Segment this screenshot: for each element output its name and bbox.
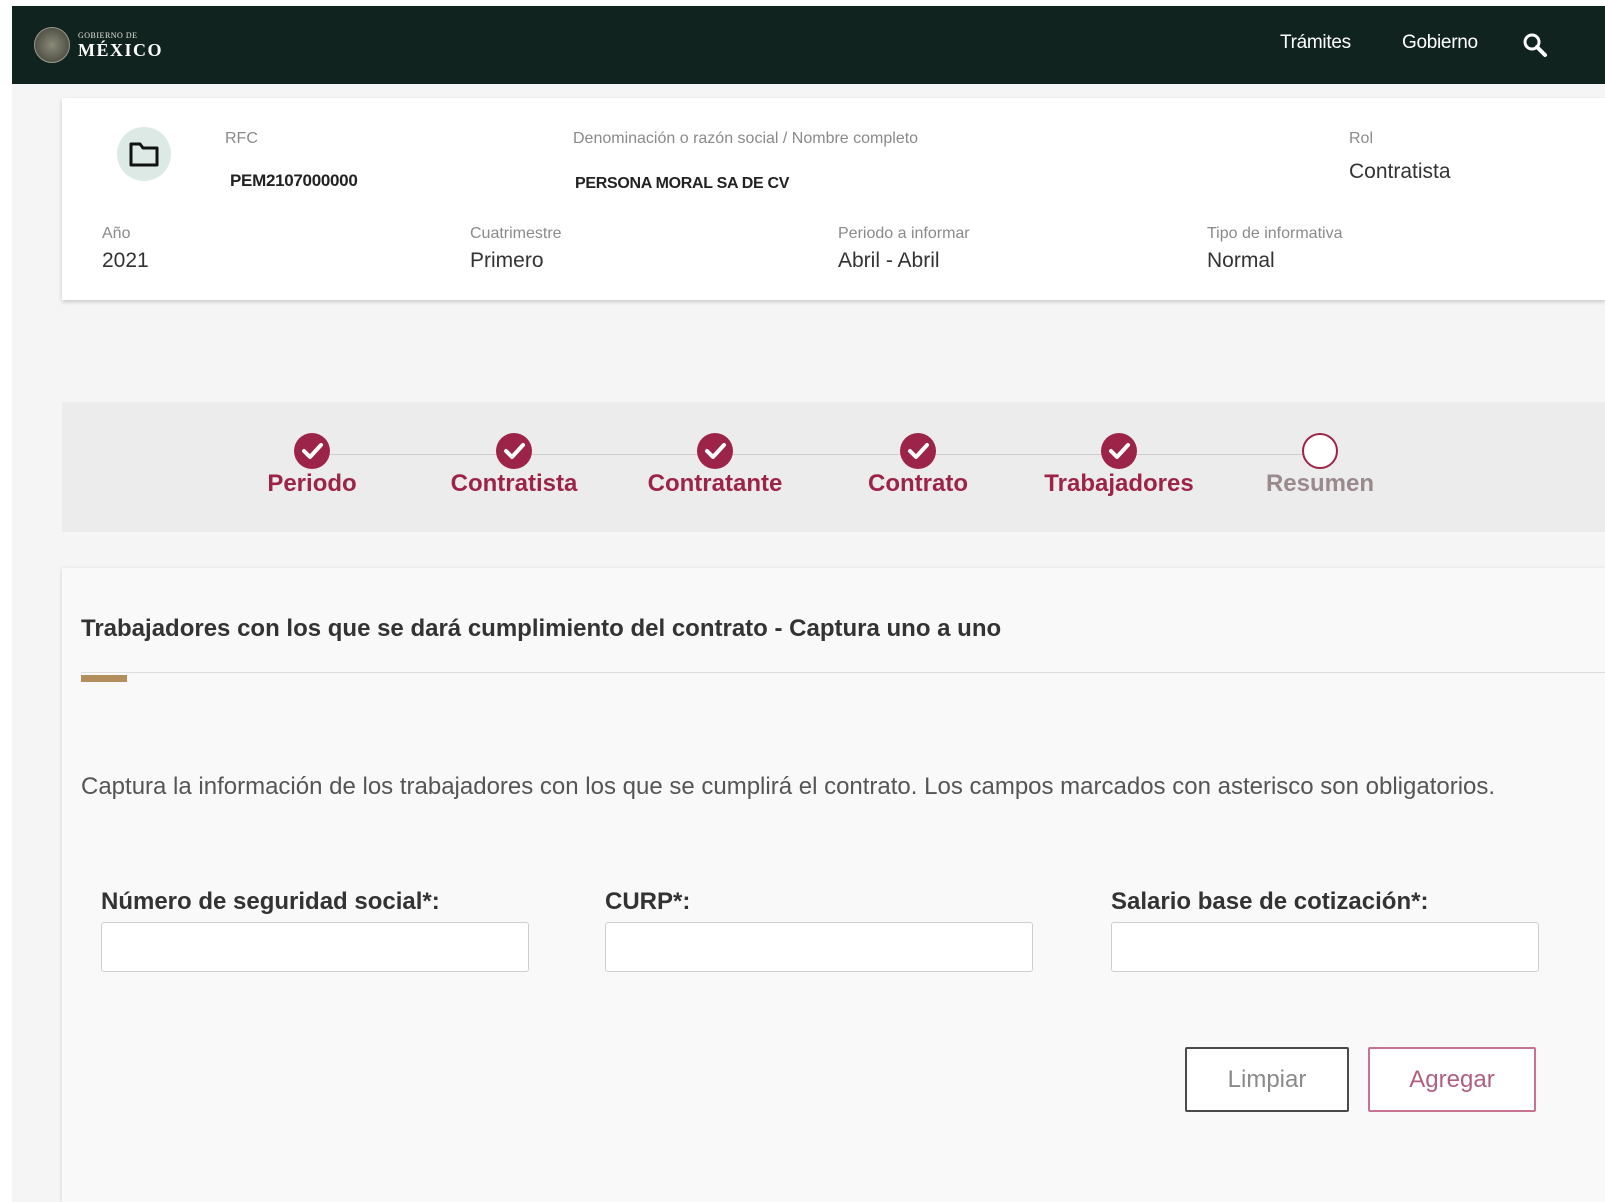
clear-button[interactable]: Limpiar	[1185, 1047, 1349, 1112]
workers-form-card: Trabajadores con los que se dará cumplim…	[62, 568, 1605, 1202]
title-divider	[81, 672, 1605, 673]
search-icon[interactable]	[1520, 30, 1550, 60]
name-label: Denominación o razón social / Nombre com…	[573, 130, 919, 147]
year-label: Año	[102, 225, 131, 242]
name-value: PERSONA MORAL SA DE CV	[575, 175, 790, 192]
step-trabajadores[interactable]: Trabajadores	[1019, 432, 1219, 498]
coat-of-arms-icon	[34, 27, 70, 63]
gobierno-mexico-logo[interactable]: GOBIERNO DE MÉXICO	[34, 26, 163, 64]
nav-link-gobierno[interactable]: Gobierno	[1402, 32, 1478, 54]
step-label: Contratante	[647, 470, 783, 497]
periodo-value: Abril - Abril	[838, 249, 940, 272]
nss-label: Número de seguridad social*:	[101, 888, 440, 915]
add-button[interactable]: Agregar	[1368, 1047, 1536, 1112]
nss-input[interactable]	[101, 922, 529, 972]
step-label: Contrato	[868, 470, 968, 497]
step-contratista[interactable]: Contratista	[414, 432, 614, 498]
check-circle-icon	[496, 433, 532, 469]
periodo-label: Periodo a informar	[838, 225, 970, 242]
step-resumen[interactable]: Resumen	[1220, 432, 1420, 498]
logo-small-text: GOBIERNO DE	[78, 30, 138, 40]
tipo-informativa-label: Tipo de informativa	[1207, 225, 1343, 242]
step-contratante[interactable]: Contratante	[615, 432, 815, 498]
check-circle-icon	[294, 433, 330, 469]
curp-input[interactable]	[605, 922, 1033, 972]
check-circle-icon	[1101, 433, 1137, 469]
declarant-info-card: RFC PEM2107000000 Denominación o razón s…	[62, 98, 1605, 300]
form-title: Trabajadores con los que se dará cumplim…	[81, 615, 1002, 642]
step-contrato[interactable]: Contrato	[818, 432, 1018, 498]
step-label: Trabajadores	[1044, 470, 1194, 497]
title-accent-bar	[81, 675, 127, 682]
step-label: Periodo	[267, 470, 357, 497]
curp-label: CURP*:	[605, 888, 691, 915]
rfc-label: RFC	[225, 130, 258, 147]
check-circle-icon	[900, 433, 936, 469]
year-value: 2021	[102, 249, 149, 272]
tipo-informativa-value: Normal	[1207, 249, 1275, 272]
rol-label: Rol	[1349, 130, 1374, 147]
folder-icon	[117, 127, 171, 181]
cuatrimestre-label: Cuatrimestre	[470, 225, 562, 242]
salario-label: Salario base de cotización*:	[1111, 888, 1429, 915]
progress-stepper: Periodo Contratista Contratante Contrato…	[62, 402, 1605, 532]
salario-input[interactable]	[1111, 922, 1539, 972]
step-periodo[interactable]: Periodo	[212, 432, 412, 498]
rol-value: Contratista	[1349, 160, 1451, 183]
top-navbar: GOBIERNO DE MÉXICO Trámites Gobierno	[12, 6, 1605, 84]
step-label: Resumen	[1265, 470, 1375, 497]
step-label: Contratista	[450, 470, 578, 497]
nav-link-tramites[interactable]: Trámites	[1280, 32, 1351, 54]
rfc-value: PEM2107000000	[230, 171, 358, 190]
form-instructions: Captura la información de los trabajador…	[81, 773, 1496, 800]
cuatrimestre-value: Primero	[470, 249, 544, 272]
empty-circle-icon	[1302, 433, 1338, 469]
check-circle-icon	[697, 433, 733, 469]
logo-big-text: MÉXICO	[78, 39, 163, 60]
